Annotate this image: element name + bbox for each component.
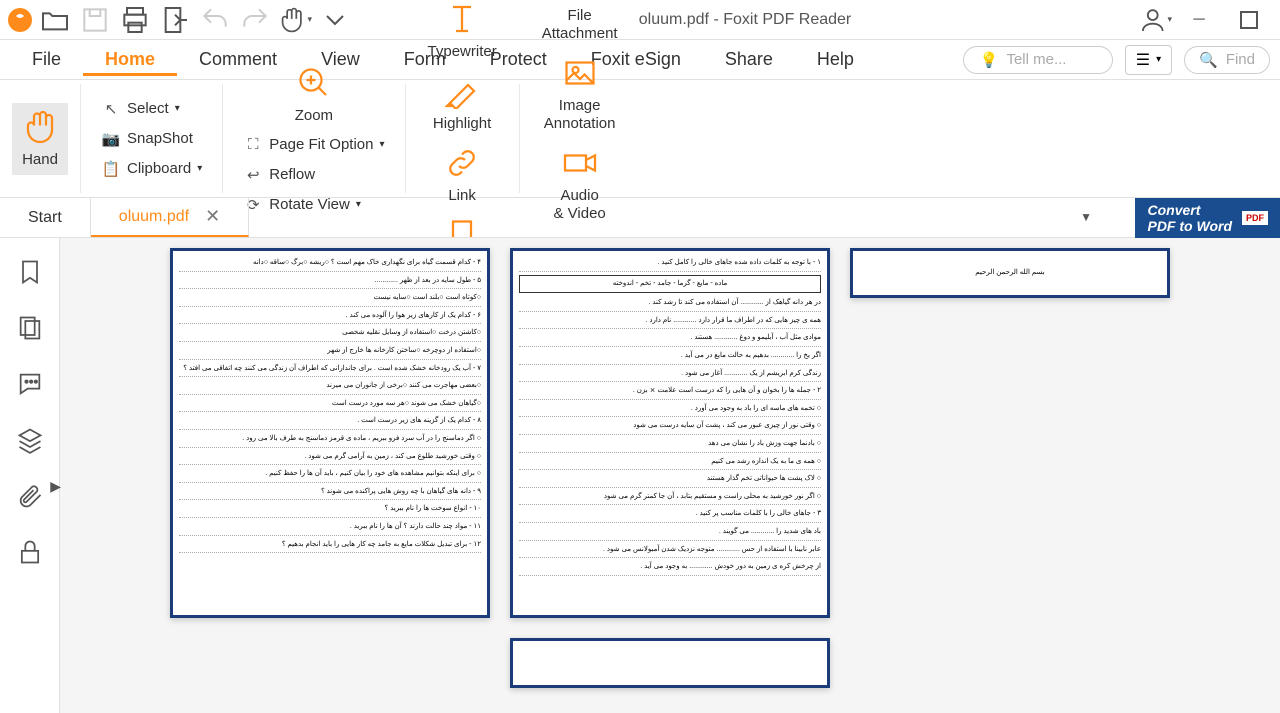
reflow-tool[interactable]: ↩Reflow — [235, 161, 392, 189]
zoom-icon — [296, 65, 332, 101]
menu-home[interactable]: Home — [83, 43, 177, 76]
pdf-page-2: ۴ - کدام قسمت گیاه برای نگهداری خاک مهم … — [170, 248, 490, 618]
security-panel-icon[interactable] — [16, 538, 44, 566]
pdf-page-1: ۱ - با توجه به کلمات داده شده جاهای خالی… — [510, 248, 830, 618]
zoom-tool[interactable]: Zoom — [285, 59, 343, 131]
image-annotation-tool[interactable]: Image Annotation — [534, 49, 626, 139]
search-icon: 🔍 — [1199, 51, 1218, 69]
reflow-icon: ↩ — [243, 165, 263, 185]
video-icon — [562, 145, 598, 181]
help-lines-icon[interactable]: ☰▾ — [1125, 45, 1172, 75]
file-attach-icon — [562, 0, 598, 1]
menu-help[interactable]: Help — [795, 43, 876, 76]
menubar: File Home Comment View Form Protect Foxi… — [0, 40, 1280, 80]
ribbon: Hand ↖Select ▾ 📷SnapShot 📋Clipboard ▾ Zo… — [0, 80, 1280, 198]
typewriter-tool[interactable]: Typewriter — [418, 0, 507, 67]
camera-icon: 📷 — [101, 129, 121, 149]
more-icon[interactable] — [318, 4, 352, 36]
app-icon — [8, 8, 32, 32]
comments-panel-icon[interactable] — [16, 370, 44, 398]
snapshot-tool[interactable]: 📷SnapShot — [93, 125, 210, 153]
typewriter-icon — [444, 1, 480, 37]
link-icon — [444, 145, 480, 181]
menu-comment[interactable]: Comment — [177, 43, 299, 76]
save-icon[interactable] — [78, 4, 112, 36]
find-input[interactable]: 🔍 Find — [1184, 46, 1270, 74]
pdf-page-3: بسم الله الرحمن الرحیم — [850, 248, 1170, 298]
attachments-panel-icon[interactable] — [16, 482, 44, 510]
highlight-icon — [444, 73, 480, 109]
fit-icon: ⛶ — [243, 135, 263, 155]
bookmarks-panel-icon[interactable] — [16, 258, 44, 286]
sidebar-toggle-icon[interactable]: ▶ — [50, 478, 61, 495]
tell-me-search[interactable]: 💡 Tell me... — [963, 46, 1113, 74]
clipboard-tool[interactable]: 📋Clipboard ▾ — [93, 155, 210, 183]
highlight-tool[interactable]: Highlight — [423, 67, 501, 139]
hand-icon — [22, 109, 58, 145]
tab-document[interactable]: oluum.pdf✕ — [91, 198, 249, 237]
minimize-icon[interactable]: ─ — [1176, 4, 1222, 36]
undo-icon[interactable] — [198, 4, 232, 36]
export-icon[interactable] — [158, 4, 192, 36]
pdf-page-4 — [510, 638, 830, 688]
tab-dropdown-icon[interactable]: ▼ — [1080, 210, 1092, 224]
hand-dropdown-icon[interactable]: ▾ — [278, 4, 312, 36]
select-tool[interactable]: ↖Select ▾ — [93, 95, 210, 123]
pdf-icon: PDF — [1242, 211, 1268, 225]
open-icon[interactable] — [38, 4, 72, 36]
image-icon — [562, 55, 598, 91]
menu-share[interactable]: Share — [703, 43, 795, 76]
titlebar: ▾ oluum.pdf - Foxit PDF Reader ▾ ─ — [0, 0, 1280, 40]
maximize-icon[interactable] — [1226, 4, 1272, 36]
document-canvas[interactable]: ۴ - کدام قسمت گیاه برای نگهداری خاک مهم … — [60, 238, 1280, 713]
convert-banner[interactable]: ConvertPDF to Word PDF — [1135, 198, 1280, 238]
file-attachment-tool[interactable]: File Attachment — [532, 0, 628, 49]
menu-file[interactable]: File — [10, 43, 83, 76]
pages-panel-icon[interactable] — [16, 314, 44, 342]
tabbar: Start oluum.pdf✕ ▼ ConvertPDF to Word PD… — [0, 198, 1280, 238]
tab-start[interactable]: Start — [0, 198, 91, 237]
page-fit-tool[interactable]: ⛶Page Fit Option ▾ — [235, 131, 392, 159]
sidebar: ▶ — [0, 238, 60, 713]
close-tab-icon[interactable]: ✕ — [205, 206, 220, 227]
bulb-icon: 💡 — [980, 51, 999, 69]
user-icon[interactable]: ▾ — [1138, 4, 1172, 36]
print-icon[interactable] — [118, 4, 152, 36]
layers-panel-icon[interactable] — [16, 426, 44, 454]
clipboard-icon: 📋 — [101, 159, 121, 179]
hand-tool[interactable]: Hand — [12, 103, 68, 175]
redo-icon[interactable] — [238, 4, 272, 36]
cursor-icon: ↖ — [101, 99, 121, 119]
